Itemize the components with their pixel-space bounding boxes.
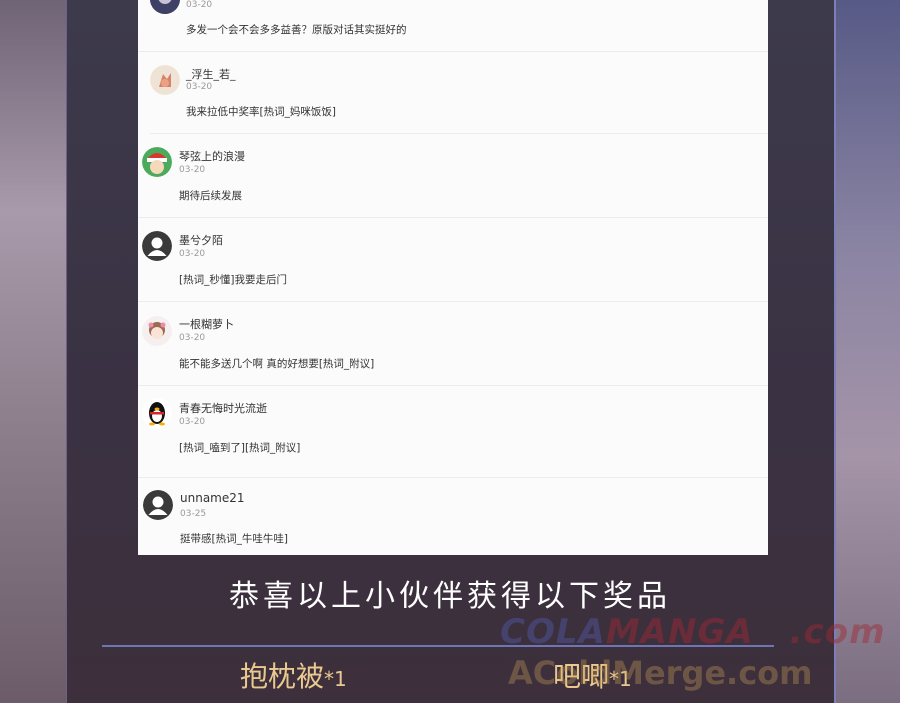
default-avatar-icon[interactable] bbox=[143, 490, 173, 520]
comment-date: 03-20 bbox=[186, 0, 213, 10]
default-avatar-icon[interactable] bbox=[142, 231, 172, 261]
comment-date: 03-20 bbox=[179, 165, 206, 175]
fox-avatar-icon[interactable] bbox=[150, 65, 180, 95]
comment-item: 青春无悔时光流逝 03-20 [热词_嗑到了][热词_附议] bbox=[138, 386, 768, 478]
comment-text: 多发一个会不会多多益善？原版对话其实挺好的 bbox=[186, 24, 407, 36]
comment-username[interactable]: 一根糊萝卜 bbox=[179, 316, 234, 332]
comment-item: 墨兮夕陌 03-20 [热词_秒懂]我要走后门 bbox=[138, 218, 768, 302]
comment-username[interactable]: unname21 bbox=[180, 491, 245, 505]
comment-date: 03-25 bbox=[180, 509, 207, 519]
prize-name: 抱枕被 bbox=[240, 660, 325, 693]
comment-username[interactable]: 琴弦上的浪漫 bbox=[179, 148, 245, 164]
comment-item: 03-20 多发一个会不会多多益善？原版对话其实挺好的 bbox=[138, 0, 768, 52]
prize-quantity: *1 bbox=[324, 667, 347, 691]
comment-date: 03-20 bbox=[179, 417, 206, 427]
watermark-logo: COLAMANGA .com bbox=[500, 612, 886, 652]
girl-avatar-icon[interactable] bbox=[142, 316, 172, 346]
watermark-domain: .com bbox=[789, 612, 886, 652]
comment-item: 一根糊萝卜 03-20 能不能多送几个啊 真的好想要[热词_附议] bbox=[138, 302, 768, 386]
dark-avatar-icon[interactable] bbox=[150, 0, 180, 14]
comment-username[interactable]: 青春无悔时光流逝 bbox=[179, 400, 267, 416]
winners-headline: 恭喜以上小伙伴获得以下奖品 bbox=[229, 579, 671, 614]
santa-avatar-icon[interactable] bbox=[142, 147, 172, 177]
comment-date: 03-20 bbox=[186, 82, 213, 92]
comment-item: 琴弦上的浪漫 03-20 期待后续发展 bbox=[138, 134, 768, 218]
comment-text: [热词_秒懂]我要走后门 bbox=[179, 274, 287, 286]
comment-date: 03-20 bbox=[179, 333, 206, 343]
comment-text: [热词_嗑到了][热词_附议] bbox=[179, 442, 301, 454]
comment-text: 能不能多送几个啊 真的好想要[热词_附议] bbox=[179, 358, 375, 370]
watermark-line2: AColdMerge.com bbox=[508, 654, 813, 692]
prize-item: 抱枕被*1 bbox=[240, 655, 347, 695]
comment-date: 03-20 bbox=[179, 249, 206, 259]
penguin-avatar-icon[interactable] bbox=[142, 398, 172, 428]
watermark-brand-a: COLA bbox=[500, 612, 606, 652]
comment-username[interactable]: 墨兮夕陌 bbox=[179, 232, 223, 248]
comment-item: unname21 03-25 挺带感[热词_牛哇牛哇] bbox=[138, 478, 768, 555]
watermark-brand-b: MANGA bbox=[605, 612, 754, 652]
comment-username[interactable]: _浮生_若_ bbox=[186, 66, 236, 82]
comment-text: 期待后续发展 bbox=[179, 190, 242, 202]
comment-item: _浮生_若_ 03-20 我来拉低中奖率[热词_妈咪饭饭] bbox=[150, 52, 768, 134]
comment-text: 我来拉低中奖率[热词_妈咪饭饭] bbox=[186, 106, 336, 118]
comment-text: 挺带感[热词_牛哇牛哇] bbox=[180, 533, 288, 545]
comment-card: 03-20 多发一个会不会多多益善？原版对话其实挺好的 _浮生_若_ 03-20… bbox=[138, 0, 768, 555]
